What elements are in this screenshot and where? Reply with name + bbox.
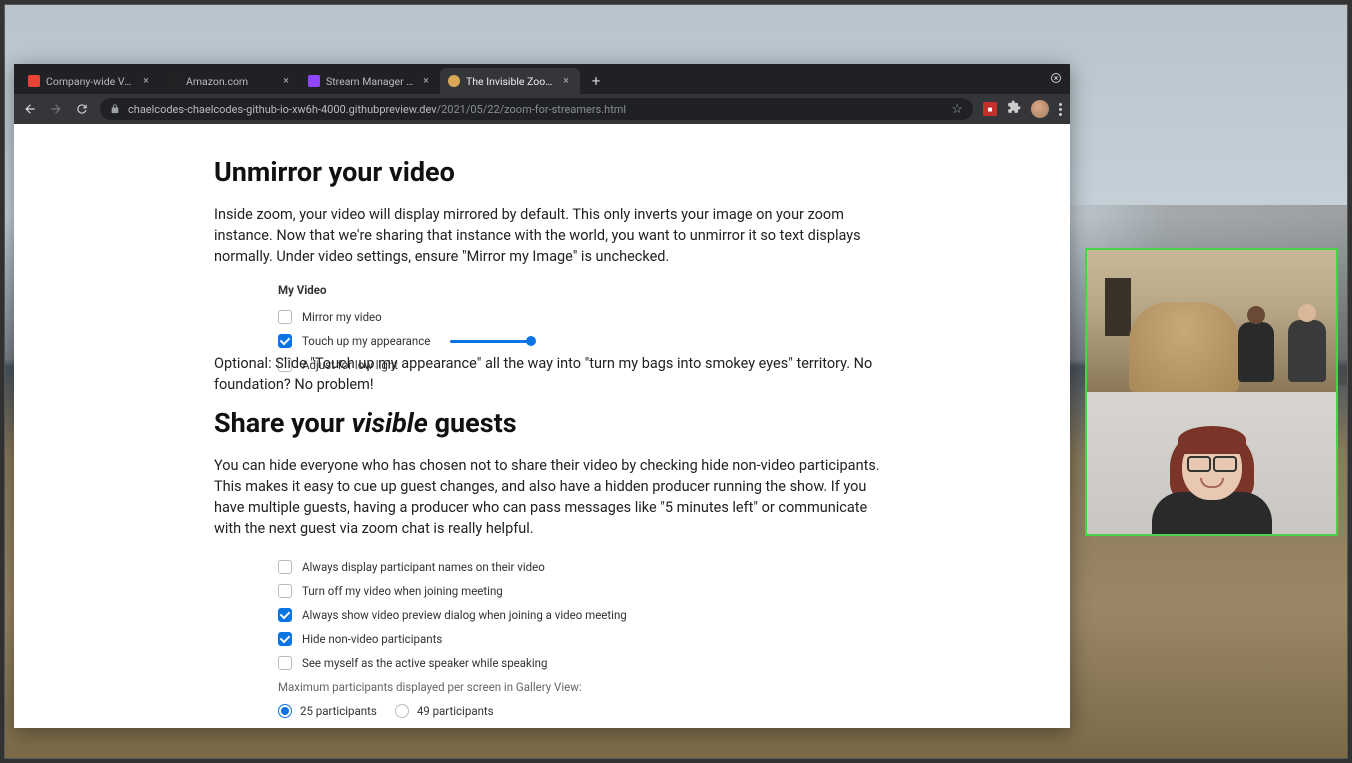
participant-settings-block: Always display participant names on thei… — [278, 555, 678, 728]
setting-label: See myself as the active speaker while s… — [302, 656, 547, 670]
back-button[interactable] — [22, 101, 38, 117]
setting-label: Turn off my video when joining meeting — [302, 584, 503, 598]
bookmark-star-icon[interactable]: ☆ — [951, 102, 963, 117]
checkbox-icon[interactable] — [278, 656, 292, 670]
tab-title: Amazon.com — [186, 75, 274, 88]
heading-share-guests: Share your visible guests — [214, 407, 894, 439]
lock-icon — [110, 104, 120, 114]
settings-title: My Video — [278, 283, 598, 297]
troubleshooting-row: Did not see any video, trouble shooting — [278, 723, 678, 728]
tab-gmail[interactable]: Company-wide Vacation - Aug × — [20, 68, 160, 94]
radio-icon[interactable] — [395, 704, 409, 718]
setting-label: Always show video preview dialog when jo… — [302, 608, 627, 622]
window-close-button[interactable] — [1048, 70, 1064, 86]
tab-amazon[interactable]: Amazon.com × — [160, 68, 300, 94]
amazon-favicon-icon — [168, 75, 180, 87]
reload-icon — [75, 102, 89, 116]
touch-up-slider[interactable] — [450, 340, 532, 343]
setting-mirror-video[interactable]: Mirror my video — [278, 305, 598, 329]
extensions-button[interactable] — [1007, 100, 1021, 118]
forward-button[interactable] — [48, 101, 64, 117]
extension-badge[interactable]: ■ — [983, 102, 997, 116]
new-tab-button[interactable]: + — [586, 71, 606, 91]
page-favicon-icon — [448, 75, 460, 87]
setting-label: Touch up my appearance — [302, 334, 430, 348]
tab-title: Stream Manager - Twitch — [326, 75, 414, 88]
checkbox-checked-icon[interactable] — [278, 608, 292, 622]
close-icon[interactable]: × — [280, 75, 292, 87]
webcam-overlay — [1085, 248, 1338, 536]
paragraph: You can hide everyone who has chosen not… — [214, 455, 894, 539]
twitch-favicon-icon — [308, 75, 320, 87]
setting-see-myself[interactable]: See myself as the active speaker while s… — [278, 651, 678, 675]
webcam-host-feed — [1087, 392, 1336, 534]
checkbox-icon[interactable] — [278, 584, 292, 598]
close-icon[interactable]: × — [560, 75, 572, 87]
radio-49-participants[interactable]: 49 participants — [395, 704, 494, 718]
close-icon[interactable]: × — [140, 75, 152, 87]
toolbar: chaelcodes-chaelcodes-github-io-xw6h-400… — [14, 94, 1070, 124]
checkbox-checked-icon[interactable] — [278, 334, 292, 348]
puzzle-icon — [1007, 100, 1021, 114]
checkbox-checked-icon[interactable] — [278, 632, 292, 646]
setting-label: Always display participant names on thei… — [302, 560, 545, 574]
close-icon — [1051, 73, 1061, 83]
setting-label: Hide non-video participants — [302, 632, 442, 646]
close-icon[interactable]: × — [420, 75, 432, 87]
url-text: chaelcodes-chaelcodes-github-io-xw6h-400… — [128, 103, 943, 116]
setting-label: Mirror my video — [302, 310, 382, 324]
setting-turn-off-video[interactable]: Turn off my video when joining meeting — [278, 579, 678, 603]
radio-label: 49 participants — [417, 704, 494, 718]
arrow-right-icon — [49, 102, 63, 116]
tab-title: The Invisible Zoom Streaming — [466, 75, 554, 88]
menu-button[interactable] — [1059, 103, 1062, 116]
paragraph: Optional: Slide "Touch up my appearance"… — [214, 353, 894, 395]
radio-checked-icon[interactable] — [278, 704, 292, 718]
tab-article[interactable]: The Invisible Zoom Streaming × — [440, 68, 580, 94]
setting-display-names[interactable]: Always display participant names on thei… — [278, 555, 678, 579]
reload-button[interactable] — [74, 101, 90, 117]
browser-window: Company-wide Vacation - Aug × Amazon.com… — [14, 64, 1070, 728]
paragraph: Inside zoom, your video will display mir… — [214, 204, 894, 267]
tab-twitch[interactable]: Stream Manager - Twitch × — [300, 68, 440, 94]
radio-label: 25 participants — [300, 704, 377, 718]
profile-avatar[interactable] — [1031, 100, 1049, 118]
arrow-left-icon — [23, 102, 37, 116]
checkbox-icon[interactable] — [278, 560, 292, 574]
checkbox-icon[interactable] — [278, 310, 292, 324]
gallery-view-label: Maximum participants displayed per scree… — [278, 675, 678, 699]
page-content: Unmirror your video Inside zoom, your vi… — [14, 124, 1070, 728]
radio-25-participants[interactable]: 25 participants — [278, 704, 377, 718]
gmail-favicon-icon — [28, 75, 40, 87]
tab-title: Company-wide Vacation - Aug — [46, 75, 134, 88]
webcam-guest-feed — [1087, 250, 1336, 392]
setting-hide-non-video[interactable]: Hide non-video participants — [278, 627, 678, 651]
heading-unmirror: Unmirror your video — [214, 156, 894, 188]
tab-strip: Company-wide Vacation - Aug × Amazon.com… — [14, 64, 1070, 94]
setting-video-preview[interactable]: Always show video preview dialog when jo… — [278, 603, 678, 627]
setting-touch-up[interactable]: Touch up my appearance — [278, 329, 598, 353]
address-bar[interactable]: chaelcodes-chaelcodes-github-io-xw6h-400… — [100, 98, 973, 120]
